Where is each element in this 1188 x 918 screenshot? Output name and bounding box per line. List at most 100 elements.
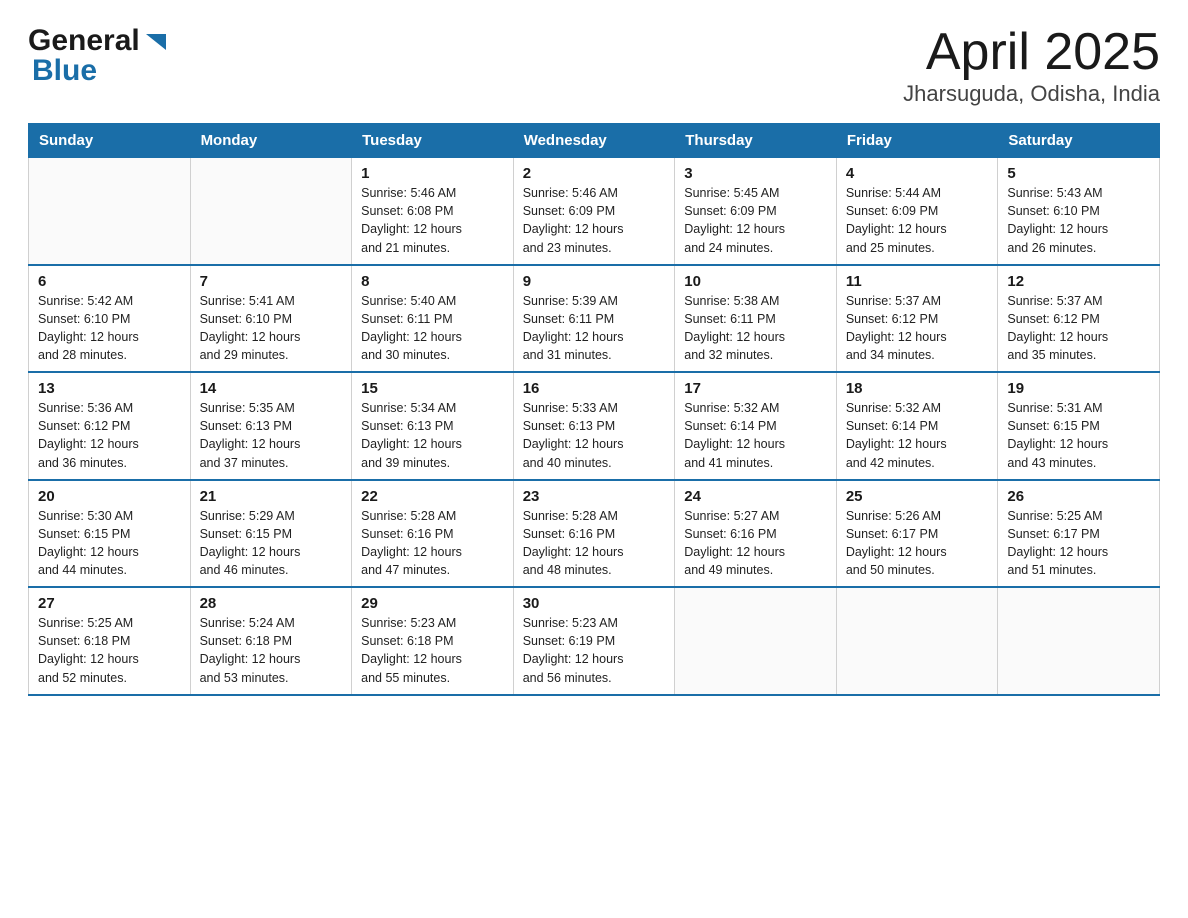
- day-number: 5: [1007, 165, 1150, 182]
- logo-triangle-icon: [142, 28, 170, 56]
- day-number: 11: [846, 273, 989, 290]
- day-number: 29: [361, 595, 504, 612]
- calendar-cell: 16 Sunrise: 5:33 AM Sunset: 6:13 PM Dayli…: [513, 372, 675, 480]
- calendar-cell: 4 Sunrise: 5:44 AM Sunset: 6:09 PM Daylig…: [836, 158, 998, 265]
- calendar-week-row: 1 Sunrise: 5:46 AM Sunset: 6:08 PM Daylig…: [29, 158, 1160, 265]
- calendar-cell: 24Sunrise: 5:27 AM Sunset: 6:16 PM Dayli…: [675, 480, 837, 588]
- calendar-title: April 2025: [903, 24, 1160, 81]
- calendar-cell: 22 Sunrise: 5:28 AM Sunset: 6:16 PM Dayli…: [352, 480, 514, 588]
- day-info: Sunrise: 5:24 AM Sunset: 6:18 PM Dayligh…: [200, 614, 343, 687]
- calendar-week-row: 13 Sunrise: 5:36 AM Sunset: 6:12 PM Dayli…: [29, 372, 1160, 480]
- calendar-cell: 12 Sunrise: 5:37 AM Sunset: 6:12 PM Dayli…: [998, 265, 1160, 373]
- day-info: Sunrise: 5:35 AM Sunset: 6:13 PM Dayligh…: [200, 399, 343, 472]
- day-info: Sunrise: 5:34 AM Sunset: 6:13 PM Dayligh…: [361, 399, 504, 472]
- day-number: 28: [200, 595, 343, 612]
- calendar-cell: 2Sunrise: 5:46 AM Sunset: 6:09 PM Daylig…: [513, 158, 675, 265]
- title-block: April 2025 Jharsuguda, Odisha, India: [903, 24, 1160, 107]
- calendar-cell: 25 Sunrise: 5:26 AM Sunset: 6:17 PM Dayli…: [836, 480, 998, 588]
- day-number: 23: [523, 488, 666, 505]
- calendar-cell: 26 Sunrise: 5:25 AM Sunset: 6:17 PM Dayli…: [998, 480, 1160, 588]
- calendar-cell: 10 Sunrise: 5:38 AM Sunset: 6:11 PM Dayli…: [675, 265, 837, 373]
- calendar-cell: [29, 158, 191, 265]
- calendar-cell: 9 Sunrise: 5:39 AM Sunset: 6:11 PM Daylig…: [513, 265, 675, 373]
- column-header-tuesday: Tuesday: [352, 124, 514, 158]
- calendar-cell: 1 Sunrise: 5:46 AM Sunset: 6:08 PM Daylig…: [352, 158, 514, 265]
- calendar-cell: 13 Sunrise: 5:36 AM Sunset: 6:12 PM Dayli…: [29, 372, 191, 480]
- day-info: Sunrise: 5:33 AM Sunset: 6:13 PM Dayligh…: [523, 399, 666, 472]
- calendar-cell: 18Sunrise: 5:32 AM Sunset: 6:14 PM Dayli…: [836, 372, 998, 480]
- calendar-cell: 21Sunrise: 5:29 AM Sunset: 6:15 PM Dayli…: [190, 480, 352, 588]
- day-info: Sunrise: 5:25 AM Sunset: 6:17 PM Dayligh…: [1007, 507, 1150, 580]
- day-number: 9: [523, 273, 666, 290]
- day-info: Sunrise: 5:31 AM Sunset: 6:15 PM Dayligh…: [1007, 399, 1150, 472]
- day-number: 4: [846, 165, 989, 182]
- day-number: 25: [846, 488, 989, 505]
- day-info: Sunrise: 5:37 AM Sunset: 6:12 PM Dayligh…: [1007, 292, 1150, 365]
- logo-blue-text: Blue: [32, 54, 97, 88]
- day-number: 20: [38, 488, 181, 505]
- day-number: 12: [1007, 273, 1150, 290]
- day-number: 10: [684, 273, 827, 290]
- day-info: Sunrise: 5:25 AM Sunset: 6:18 PM Dayligh…: [38, 614, 181, 687]
- logo-general-text: General: [28, 24, 140, 58]
- day-info: Sunrise: 5:28 AM Sunset: 6:16 PM Dayligh…: [523, 507, 666, 580]
- day-info: Sunrise: 5:41 AM Sunset: 6:10 PM Dayligh…: [200, 292, 343, 365]
- day-number: 6: [38, 273, 181, 290]
- calendar-cell: 23 Sunrise: 5:28 AM Sunset: 6:16 PM Dayli…: [513, 480, 675, 588]
- calendar-cell: 8 Sunrise: 5:40 AM Sunset: 6:11 PM Daylig…: [352, 265, 514, 373]
- day-number: 1: [361, 165, 504, 182]
- day-info: Sunrise: 5:45 AM Sunset: 6:09 PM Dayligh…: [684, 184, 827, 257]
- calendar-week-row: 6 Sunrise: 5:42 AM Sunset: 6:10 PM Daylig…: [29, 265, 1160, 373]
- column-header-thursday: Thursday: [675, 124, 837, 158]
- calendar-cell: 7 Sunrise: 5:41 AM Sunset: 6:10 PM Daylig…: [190, 265, 352, 373]
- day-info: Sunrise: 5:39 AM Sunset: 6:11 PM Dayligh…: [523, 292, 666, 365]
- day-info: Sunrise: 5:42 AM Sunset: 6:10 PM Dayligh…: [38, 292, 181, 365]
- calendar-cell: 19 Sunrise: 5:31 AM Sunset: 6:15 PM Dayli…: [998, 372, 1160, 480]
- calendar-week-row: 20 Sunrise: 5:30 AM Sunset: 6:15 PM Dayli…: [29, 480, 1160, 588]
- calendar-cell: 20 Sunrise: 5:30 AM Sunset: 6:15 PM Dayli…: [29, 480, 191, 588]
- day-number: 16: [523, 380, 666, 397]
- column-header-wednesday: Wednesday: [513, 124, 675, 158]
- day-info: Sunrise: 5:29 AM Sunset: 6:15 PM Dayligh…: [200, 507, 343, 580]
- day-info: Sunrise: 5:26 AM Sunset: 6:17 PM Dayligh…: [846, 507, 989, 580]
- day-info: Sunrise: 5:46 AM Sunset: 6:08 PM Dayligh…: [361, 184, 504, 257]
- day-number: 8: [361, 273, 504, 290]
- calendar-week-row: 27 Sunrise: 5:25 AM Sunset: 6:18 PM Dayli…: [29, 587, 1160, 695]
- day-number: 22: [361, 488, 504, 505]
- column-header-friday: Friday: [836, 124, 998, 158]
- calendar-cell: 27 Sunrise: 5:25 AM Sunset: 6:18 PM Dayli…: [29, 587, 191, 695]
- calendar-table: SundayMondayTuesdayWednesdayThursdayFrid…: [28, 123, 1160, 696]
- logo: General Blue: [28, 24, 170, 88]
- calendar-cell: 6 Sunrise: 5:42 AM Sunset: 6:10 PM Daylig…: [29, 265, 191, 373]
- calendar-subtitle: Jharsuguda, Odisha, India: [903, 81, 1160, 107]
- day-number: 27: [38, 595, 181, 612]
- day-number: 19: [1007, 380, 1150, 397]
- column-header-saturday: Saturday: [998, 124, 1160, 158]
- day-info: Sunrise: 5:23 AM Sunset: 6:19 PM Dayligh…: [523, 614, 666, 687]
- day-number: 7: [200, 273, 343, 290]
- day-number: 18: [846, 380, 989, 397]
- day-number: 30: [523, 595, 666, 612]
- column-header-monday: Monday: [190, 124, 352, 158]
- day-info: Sunrise: 5:30 AM Sunset: 6:15 PM Dayligh…: [38, 507, 181, 580]
- calendar-cell: 3Sunrise: 5:45 AM Sunset: 6:09 PM Daylig…: [675, 158, 837, 265]
- day-info: Sunrise: 5:28 AM Sunset: 6:16 PM Dayligh…: [361, 507, 504, 580]
- page-header: General Blue April 2025 Jharsuguda, Odis…: [28, 24, 1160, 107]
- calendar-cell: 28 Sunrise: 5:24 AM Sunset: 6:18 PM Dayli…: [190, 587, 352, 695]
- day-info: Sunrise: 5:40 AM Sunset: 6:11 PM Dayligh…: [361, 292, 504, 365]
- calendar-cell: 14Sunrise: 5:35 AM Sunset: 6:13 PM Dayli…: [190, 372, 352, 480]
- day-info: Sunrise: 5:36 AM Sunset: 6:12 PM Dayligh…: [38, 399, 181, 472]
- calendar-cell: 17Sunrise: 5:32 AM Sunset: 6:14 PM Dayli…: [675, 372, 837, 480]
- calendar-cell: 15 Sunrise: 5:34 AM Sunset: 6:13 PM Dayli…: [352, 372, 514, 480]
- calendar-cell: [675, 587, 837, 695]
- calendar-cell: [998, 587, 1160, 695]
- day-number: 26: [1007, 488, 1150, 505]
- calendar-cell: 29 Sunrise: 5:23 AM Sunset: 6:18 PM Dayli…: [352, 587, 514, 695]
- day-info: Sunrise: 5:38 AM Sunset: 6:11 PM Dayligh…: [684, 292, 827, 365]
- calendar-cell: [836, 587, 998, 695]
- day-number: 15: [361, 380, 504, 397]
- day-info: Sunrise: 5:23 AM Sunset: 6:18 PM Dayligh…: [361, 614, 504, 687]
- day-number: 13: [38, 380, 181, 397]
- day-info: Sunrise: 5:44 AM Sunset: 6:09 PM Dayligh…: [846, 184, 989, 257]
- day-info: Sunrise: 5:37 AM Sunset: 6:12 PM Dayligh…: [846, 292, 989, 365]
